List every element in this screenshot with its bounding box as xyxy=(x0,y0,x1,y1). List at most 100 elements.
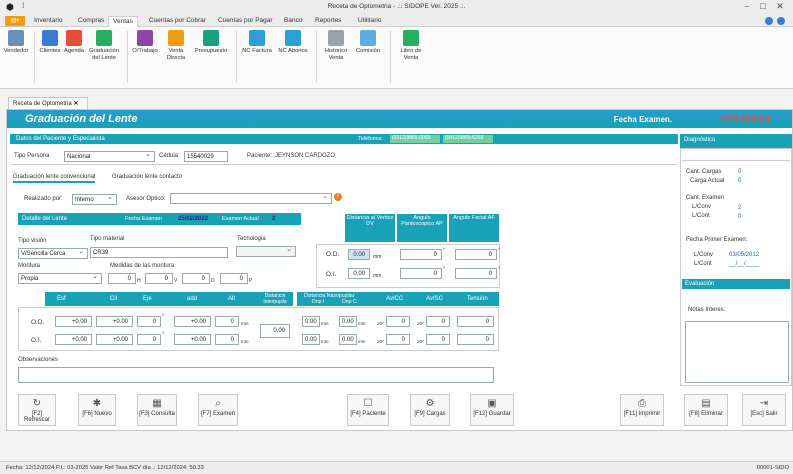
tab-cuentas-cobrar[interactable]: Cuentas por Cobrar xyxy=(149,17,206,24)
ribbon: Vendedor Clientes Agenda Graduación del … xyxy=(0,27,793,89)
historico-icon xyxy=(328,30,344,46)
medida-d-input[interactable]: 0 xyxy=(182,273,210,284)
examen-icon: ⌕ xyxy=(215,398,221,409)
maximize-button[interactable]: □ xyxy=(756,1,770,11)
tab-cuentas-pagar[interactable]: Cuentas por Pagar xyxy=(218,17,273,24)
realizado-select[interactable]: Interno xyxy=(72,194,117,205)
graduacion-button[interactable]: Graduación del Lente xyxy=(86,30,122,62)
nc-abonos-button[interactable]: NC Abonos xyxy=(276,30,310,55)
tab-lente-convencional[interactable]: Graduación lente convencional xyxy=(13,174,96,183)
tension-oi-input[interactable]: 0 xyxy=(457,334,494,345)
cant-lcont: 0 xyxy=(738,214,742,220)
cedula-input[interactable]: 15540029 xyxy=(184,151,228,162)
tension-od-input[interactable]: 0 xyxy=(457,316,494,327)
presupuesto-button[interactable]: Presupuesto xyxy=(192,30,230,55)
tipo-material-input[interactable]: CR39 xyxy=(90,247,228,258)
minimize-button[interactable]: ⎯ xyxy=(740,1,754,12)
alt-oi-input[interactable]: 0 xyxy=(215,334,239,345)
tipo-vision-select[interactable]: V/Sencilla Cerca xyxy=(18,248,88,259)
af-header: Angulo Facial AF xyxy=(449,214,499,242)
status-right: 00001-SIDO xyxy=(756,465,789,471)
nuevo-button[interactable]: ✱ [F6] Nuevo xyxy=(78,394,116,426)
af-oi-input[interactable]: 0 xyxy=(455,268,497,279)
dnpc-od-input[interactable]: 0.00 xyxy=(339,316,357,327)
help-icon[interactable] xyxy=(765,17,773,25)
agenda-button[interactable]: Agenda xyxy=(62,30,86,55)
medida-v-input[interactable]: 0 xyxy=(145,273,173,284)
paciente-name: JEYNSON CARDOZO xyxy=(275,153,336,159)
tab-reportes[interactable]: Reportes xyxy=(315,17,341,24)
tab-utilitario[interactable]: Utilitario xyxy=(358,17,381,24)
esf-oi-input[interactable]: +0.00 xyxy=(55,334,92,345)
fecha-examen-value: 12/12/2024 xyxy=(719,114,770,125)
telefono2-field[interactable]: (0412)9865-6258 xyxy=(443,135,493,143)
cil-od-input[interactable]: +0.00 xyxy=(96,316,133,327)
title-bar: ⬢ ⁝ Receta de Optometria - .:. SIDOPE Ve… xyxy=(0,0,793,15)
tipo-persona-select[interactable]: Nacional xyxy=(64,151,155,162)
avsc-od-input[interactable]: 0 xyxy=(426,316,450,327)
guardar-icon: ▣ xyxy=(487,398,497,409)
cil-oi-input[interactable]: +0.00 xyxy=(96,334,133,345)
add-oi-input[interactable]: +0.00 xyxy=(174,334,211,345)
avcc-oi-input[interactable]: 0 xyxy=(386,334,410,345)
imprimir-button[interactable]: ⎙ [F11] Imprimir xyxy=(620,394,664,426)
eje-od-input[interactable]: 0 xyxy=(137,316,161,327)
esf-od-input[interactable]: +0.00 xyxy=(55,316,92,327)
document-tab[interactable]: Receta de Optometria ✕ xyxy=(8,97,88,109)
vendedor-button[interactable]: Vendedor xyxy=(2,30,30,55)
avcc-od-input[interactable]: 0 xyxy=(386,316,410,327)
clientes-icon xyxy=(42,30,58,46)
historico-button[interactable]: Historico Venta xyxy=(320,30,352,62)
dnpi-od-input[interactable]: 0.00 xyxy=(302,316,320,327)
nuevo-icon: ✱ xyxy=(92,398,102,409)
ap-header: Angulo Pantoscopico AP xyxy=(397,214,447,242)
tab-banco[interactable]: Banco xyxy=(284,17,302,24)
asesor-select[interactable] xyxy=(170,193,332,204)
file-menu-button[interactable]: ▤▾ xyxy=(5,16,25,26)
libro-venta-button[interactable]: Libro de Venta xyxy=(394,30,428,62)
close-button[interactable]: ✕ xyxy=(773,1,787,12)
refrescar-button[interactable]: ↻ [F2] Refrescar xyxy=(18,394,56,426)
alt-od-input[interactable]: 0 xyxy=(215,316,239,327)
examen-button[interactable]: ⌕ [F7] Examen xyxy=(198,394,238,426)
observaciones-input[interactable] xyxy=(18,367,494,383)
dv-oi-input[interactable]: 0.00 xyxy=(348,268,370,279)
comision-icon xyxy=(360,30,376,46)
interpupila-header: Distancia Interpupila xyxy=(257,292,293,306)
dv-header: Distancia al Vertice DV xyxy=(345,214,395,242)
cargas-button[interactable]: ⚙ [F9] Cargas xyxy=(410,394,450,426)
guardar-button[interactable]: ▣ [F12] Guardar xyxy=(470,394,514,426)
eliminar-icon: ▤ xyxy=(701,398,711,409)
settings-icon[interactable] xyxy=(777,17,785,25)
tab-compras[interactable]: Compras xyxy=(78,17,104,24)
venta-directa-button[interactable]: Venta Directa xyxy=(162,30,190,62)
avsc-oi-input[interactable]: 0 xyxy=(426,334,450,345)
interpupilar-input[interactable]: 0.00 xyxy=(260,324,290,338)
dv-od-input[interactable]: 0.00 xyxy=(348,249,370,260)
otrabajo-button[interactable]: O/Trabajo xyxy=(130,30,160,55)
close-tab-icon[interactable]: ✕ xyxy=(73,101,78,107)
tecnologia-select[interactable] xyxy=(236,246,296,257)
cant-cargas: 0 xyxy=(738,169,742,175)
montura-select[interactable]: Propia xyxy=(18,273,102,284)
eje-oi-input[interactable]: 0 xyxy=(137,334,161,345)
consulta-button[interactable]: ▦ [F3] Consulta xyxy=(137,394,177,426)
tab-inventario[interactable]: Inventario xyxy=(34,17,63,24)
ap-od-input[interactable]: 0 xyxy=(400,249,442,260)
medida-h-input[interactable]: 0 xyxy=(108,273,136,284)
telefono1-field[interactable]: (0212)9865-0003 xyxy=(390,135,440,143)
notas-interes-input[interactable] xyxy=(685,321,789,383)
comision-button[interactable]: Comisión xyxy=(352,30,384,55)
clientes-button[interactable]: Clientes xyxy=(38,30,62,55)
add-od-input[interactable]: +0.00 xyxy=(174,316,211,327)
eliminar-button[interactable]: ▤ [F8] Eliminar xyxy=(684,394,728,426)
medida-p-input[interactable]: 0 xyxy=(220,273,248,284)
dnpc-oi-input[interactable]: 0.00 xyxy=(339,334,357,345)
dnpi-oi-input[interactable]: 0.00 xyxy=(302,334,320,345)
tab-lente-contacto[interactable]: Graduación lente contacto xyxy=(112,174,182,180)
nc-factura-button[interactable]: NC Factura xyxy=(240,30,274,55)
ap-oi-input[interactable]: 0 xyxy=(400,268,442,279)
paciente-button[interactable]: ☐ [F4] Paciente xyxy=(347,394,389,426)
salir-button[interactable]: ⇥ [Esc] Salir xyxy=(742,394,786,426)
af-od-input[interactable]: 0 xyxy=(455,249,497,260)
